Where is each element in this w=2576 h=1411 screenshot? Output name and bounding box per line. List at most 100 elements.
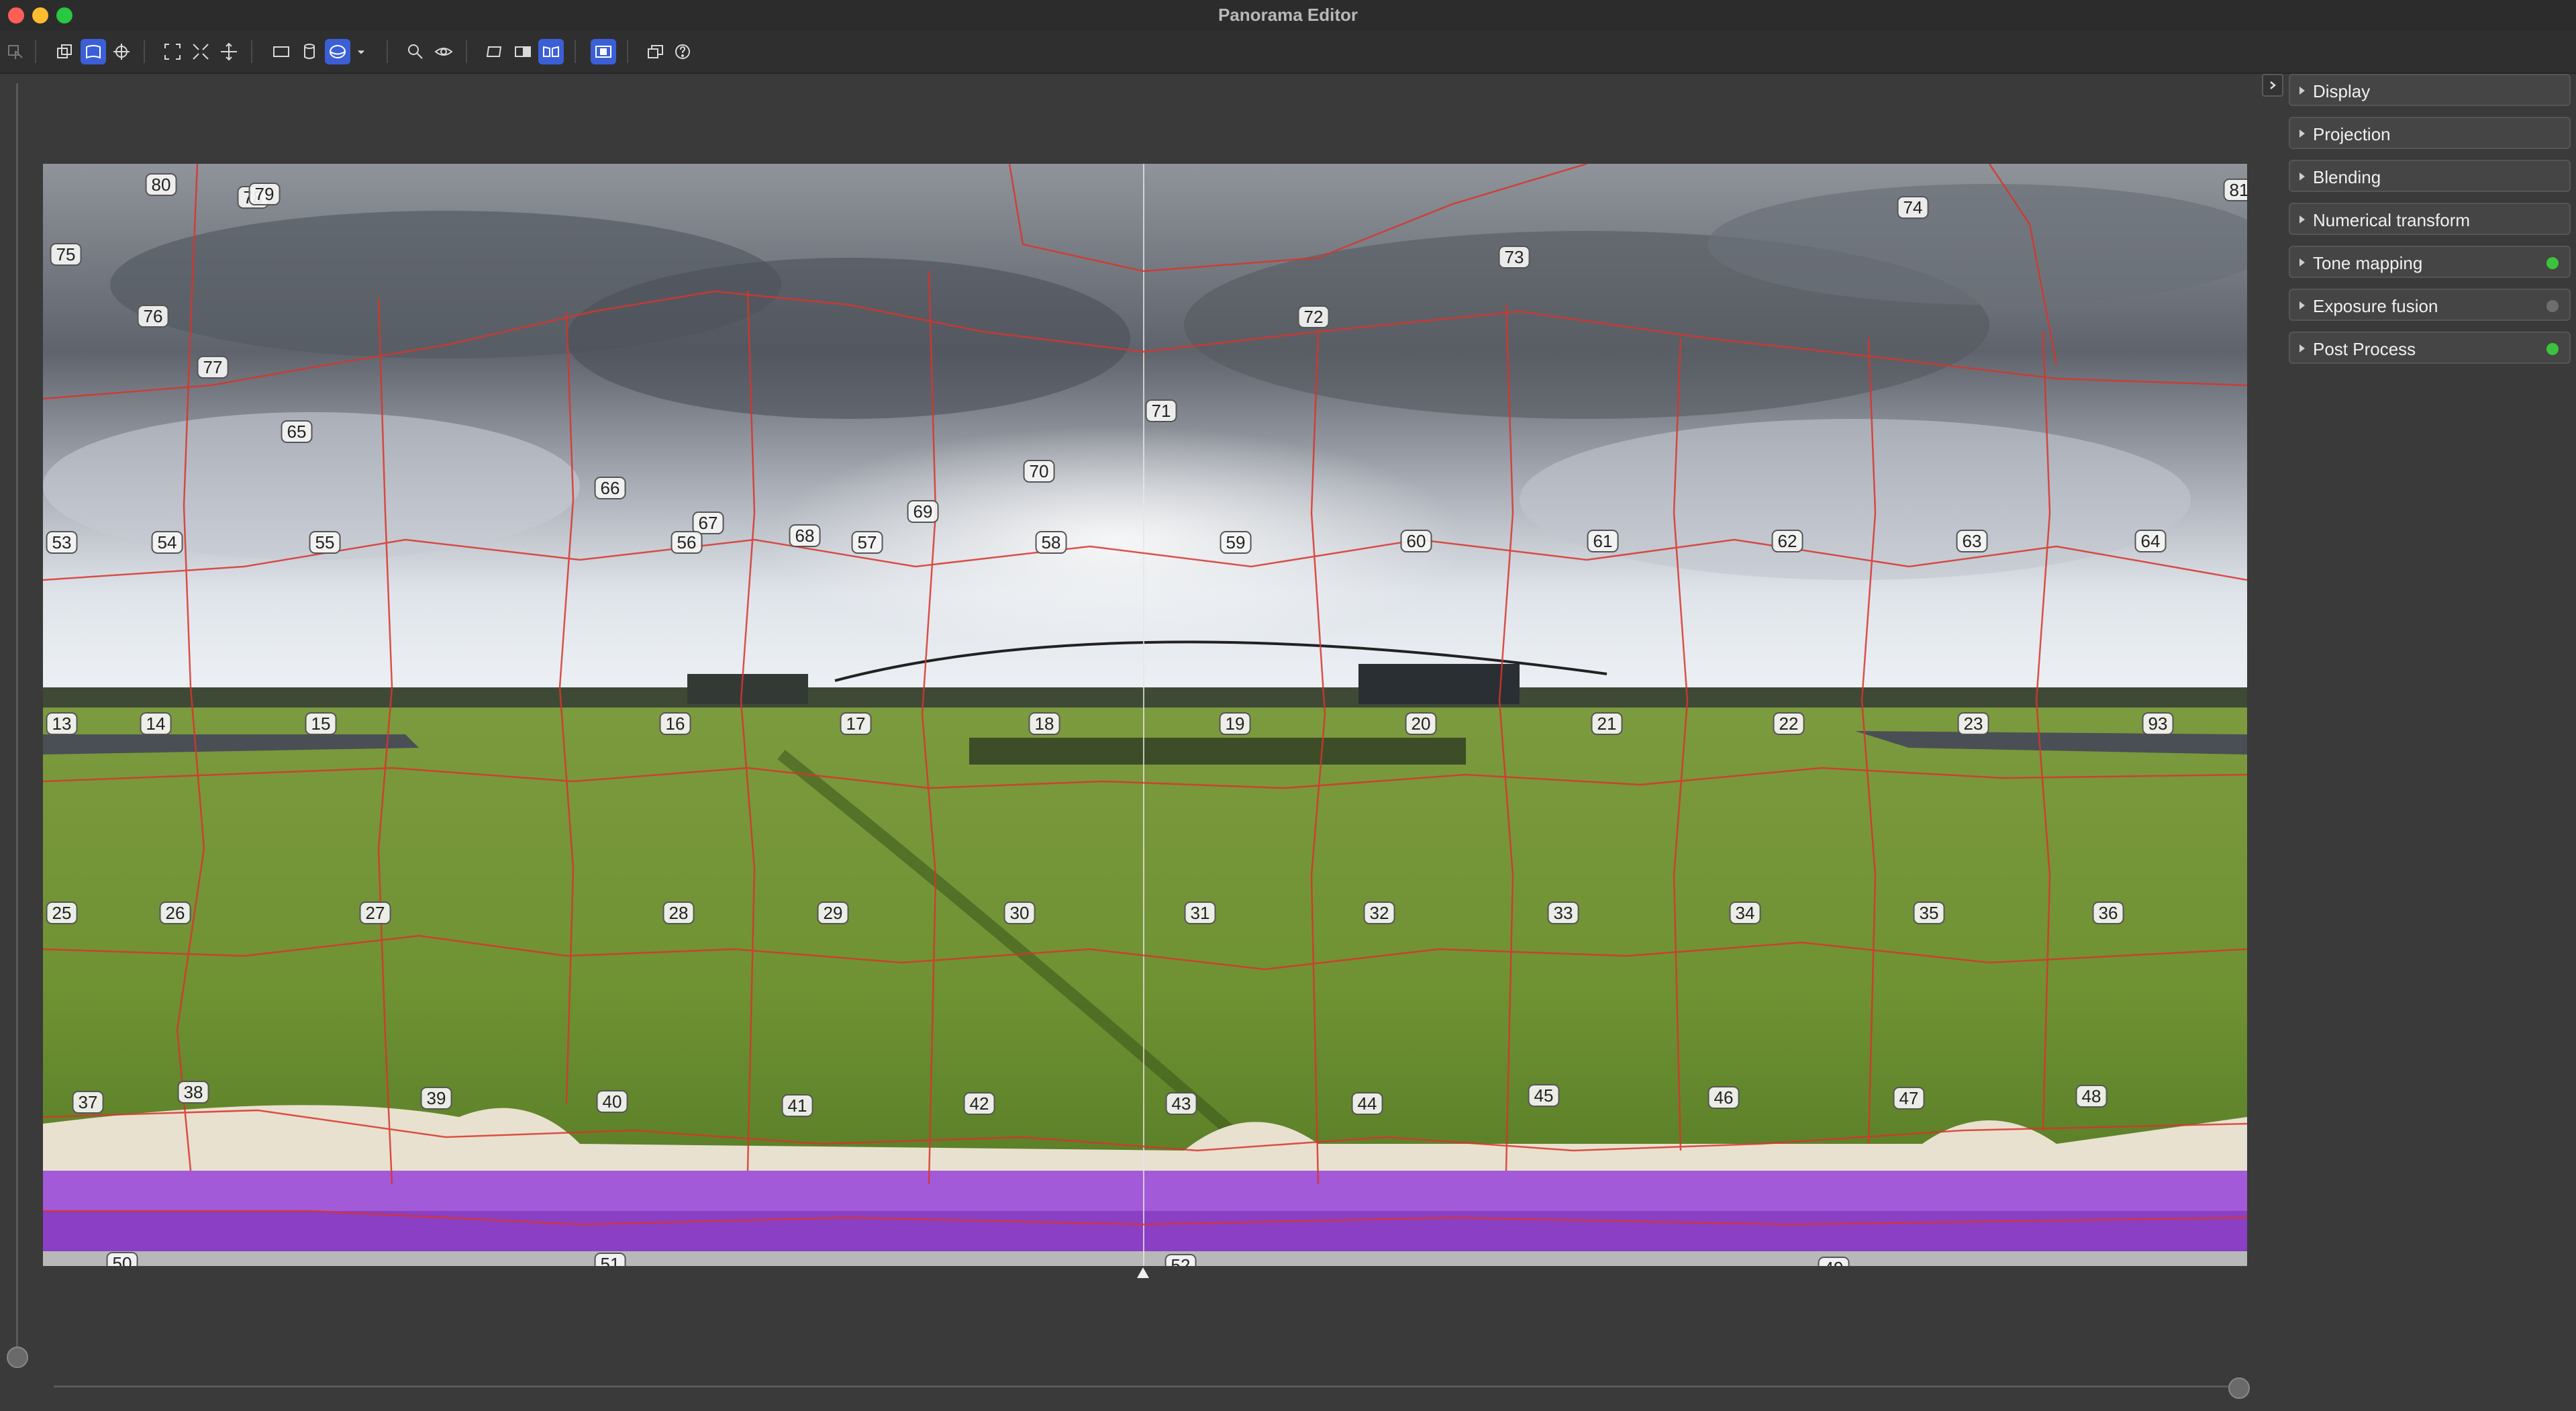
image-number-label[interactable]: 31: [1184, 902, 1216, 924]
image-number-label[interactable]: 23: [1957, 712, 1989, 735]
image-number-label[interactable]: 58: [1035, 531, 1067, 554]
image-number-label[interactable]: 39: [420, 1087, 452, 1110]
panel-section-exposure-fusion[interactable]: Exposure fusion: [2289, 289, 2571, 321]
image-number-label[interactable]: 64: [2134, 530, 2167, 552]
image-number-label[interactable]: 72: [1297, 305, 1330, 328]
crosshair-button[interactable]: [109, 39, 134, 64]
image-number-label[interactable]: 48: [2075, 1085, 2108, 1108]
image-number-label[interactable]: 61: [1587, 530, 1619, 552]
image-number-label[interactable]: 73: [1498, 246, 1530, 269]
status-indicator-icon[interactable]: [2546, 257, 2559, 269]
live-preview-button[interactable]: [591, 39, 616, 64]
vertical-fov-slider-track[interactable]: [16, 83, 18, 1352]
horizontal-fov-slider-track[interactable]: [54, 1385, 2235, 1388]
image-number-label[interactable]: 63: [1956, 530, 1988, 552]
panel-section-post-process[interactable]: Post Process: [2289, 332, 2571, 364]
image-number-label[interactable]: 37: [72, 1091, 104, 1114]
image-number-label[interactable]: 19: [1219, 712, 1251, 735]
horizontal-fov-slider-thumb[interactable]: [2228, 1377, 2250, 1399]
image-number-label[interactable]: 32: [1363, 902, 1395, 924]
panel-section-blending[interactable]: Blending: [2289, 160, 2571, 192]
image-number-label[interactable]: 21: [1591, 712, 1623, 735]
image-number-label[interactable]: 15: [305, 712, 337, 735]
image-number-label[interactable]: 41: [781, 1094, 813, 1117]
image-number-label[interactable]: 35: [1913, 902, 1945, 924]
image-number-label[interactable]: 27: [359, 902, 391, 924]
select-tool-button[interactable]: [3, 39, 28, 64]
image-number-label[interactable]: 71: [1145, 399, 1177, 422]
cylindrical-projection-button[interactable]: [297, 39, 322, 64]
windows-button[interactable]: [643, 39, 668, 64]
panorama-canvas[interactable]: 8078798175747376727771657066696753545556…: [43, 164, 2247, 1266]
image-number-label[interactable]: 50: [106, 1252, 138, 1266]
layers-button[interactable]: [52, 39, 78, 64]
image-number-label[interactable]: 77: [197, 356, 229, 379]
image-number-label[interactable]: 40: [596, 1090, 628, 1113]
view-split-button[interactable]: [510, 39, 536, 64]
panel-section-numerical-transform[interactable]: Numerical transform: [2289, 203, 2571, 235]
image-number-label[interactable]: 42: [963, 1092, 995, 1115]
image-number-label[interactable]: 52: [1165, 1254, 1197, 1266]
image-number-label[interactable]: 44: [1351, 1092, 1383, 1115]
image-number-label[interactable]: 70: [1023, 460, 1055, 483]
horizon-marker[interactable]: [1137, 1267, 1149, 1278]
image-number-label[interactable]: 36: [2092, 902, 2124, 924]
vertical-fov-slider-thumb[interactable]: [7, 1347, 28, 1368]
image-number-label[interactable]: 81: [2223, 179, 2247, 201]
help-button[interactable]: [670, 39, 695, 64]
image-number-label[interactable]: 79: [248, 183, 281, 205]
center-button[interactable]: [216, 39, 242, 64]
spherical-projection-button[interactable]: [325, 39, 350, 64]
view-left-button[interactable]: [482, 39, 507, 64]
image-number-label[interactable]: 62: [1771, 530, 1803, 552]
image-number-label[interactable]: 26: [159, 902, 191, 924]
image-number-label[interactable]: 28: [662, 902, 695, 924]
image-number-label[interactable]: 22: [1773, 712, 1805, 735]
image-number-label[interactable]: 80: [145, 173, 177, 196]
image-number-label[interactable]: 30: [1003, 902, 1036, 924]
zoom-button[interactable]: [403, 39, 428, 64]
image-number-label[interactable]: 93: [2142, 712, 2174, 735]
fit-button[interactable]: [160, 39, 185, 64]
image-number-label[interactable]: 57: [851, 531, 883, 554]
status-indicator-icon[interactable]: [2546, 300, 2559, 312]
image-number-label[interactable]: 47: [1893, 1087, 1925, 1110]
image-number-label[interactable]: 14: [140, 712, 172, 735]
panel-section-display[interactable]: Display: [2289, 74, 2571, 106]
image-number-label[interactable]: 16: [659, 712, 691, 735]
image-number-label[interactable]: 13: [46, 712, 78, 735]
rectilinear-projection-button[interactable]: [268, 39, 294, 64]
image-number-label[interactable]: 75: [50, 243, 82, 266]
panel-section-projection[interactable]: Projection: [2289, 117, 2571, 149]
image-number-label[interactable]: 34: [1729, 902, 1761, 924]
image-number-label[interactable]: 60: [1400, 530, 1432, 552]
panel-section-tone-mapping[interactable]: Tone mapping: [2289, 246, 2571, 278]
image-number-label[interactable]: 45: [1528, 1084, 1560, 1107]
image-number-label[interactable]: 55: [309, 531, 341, 554]
image-number-label[interactable]: 29: [817, 902, 849, 924]
status-indicator-icon[interactable]: [2546, 343, 2559, 355]
image-number-label[interactable]: 76: [137, 305, 169, 328]
image-number-label[interactable]: 17: [840, 712, 872, 735]
image-number-label[interactable]: 68: [789, 524, 821, 547]
image-number-label[interactable]: 51: [594, 1253, 626, 1266]
image-number-label[interactable]: 25: [46, 902, 78, 924]
image-number-label[interactable]: 54: [151, 531, 183, 554]
warp-tool-button[interactable]: [81, 39, 106, 64]
image-number-label[interactable]: 49: [1818, 1257, 1850, 1266]
image-number-label[interactable]: 66: [594, 477, 626, 499]
image-number-label[interactable]: 20: [1405, 712, 1437, 735]
collapse-panel-button[interactable]: [2262, 74, 2283, 97]
image-number-label[interactable]: 56: [671, 531, 703, 554]
image-number-label[interactable]: 65: [281, 420, 313, 443]
image-number-label[interactable]: 18: [1028, 712, 1060, 735]
image-number-label[interactable]: 33: [1547, 902, 1579, 924]
image-number-label[interactable]: 46: [1707, 1086, 1740, 1109]
image-number-label[interactable]: 53: [46, 531, 78, 554]
projection-dropdown-button[interactable]: [353, 39, 369, 64]
image-number-label[interactable]: 59: [1220, 531, 1252, 554]
shrink-button[interactable]: [188, 39, 213, 64]
image-number-label[interactable]: 74: [1897, 196, 1929, 219]
image-number-label[interactable]: 38: [177, 1081, 209, 1104]
image-number-label[interactable]: 43: [1165, 1092, 1197, 1115]
